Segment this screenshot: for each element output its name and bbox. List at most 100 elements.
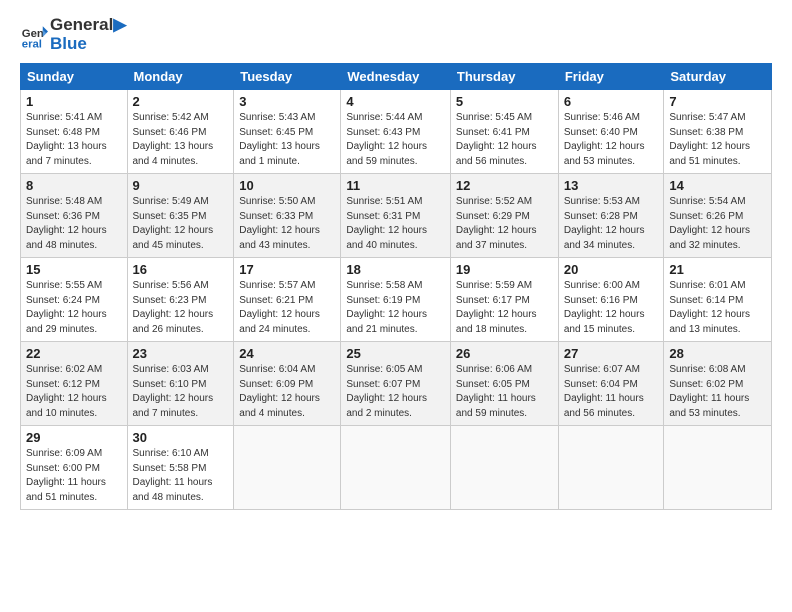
- empty-cell: [234, 426, 341, 510]
- day-number: 12: [456, 178, 553, 193]
- calendar-day-cell: 7 Sunrise: 5:47 AM Sunset: 6:38 PM Daylig…: [664, 90, 772, 174]
- calendar-day-cell: 14 Sunrise: 5:54 AM Sunset: 6:26 PM Dayli…: [664, 174, 772, 258]
- day-detail: Sunrise: 5:44 AM Sunset: 6:43 PM Dayligh…: [346, 111, 445, 169]
- day-detail: Sunrise: 5:53 AM Sunset: 6:28 PM Dayligh…: [564, 195, 659, 253]
- day-detail: Sunrise: 5:54 AM Sunset: 6:26 PM Dayligh…: [669, 195, 766, 253]
- day-detail: Sunrise: 5:47 AM Sunset: 6:38 PM Dayligh…: [669, 111, 766, 169]
- calendar-day-cell: 19Sunrise: 5:59 AM Sunset: 6:17 PM Dayli…: [450, 258, 558, 342]
- day-number: 24: [239, 346, 335, 361]
- calendar-day-cell: 2 Sunrise: 5:42 AM Sunset: 6:46 PM Daylig…: [127, 90, 234, 174]
- logo-icon: Gen eral: [20, 21, 48, 49]
- empty-cell: [341, 426, 451, 510]
- day-detail: Sunrise: 5:43 AM Sunset: 6:45 PM Dayligh…: [239, 111, 335, 169]
- day-detail: Sunrise: 6:00 AM Sunset: 6:16 PM Dayligh…: [564, 279, 659, 337]
- weekday-header-monday: Monday: [127, 64, 234, 90]
- weekday-header-thursday: Thursday: [450, 64, 558, 90]
- header: Gen eral General▶ Blue: [20, 16, 772, 53]
- day-detail: Sunrise: 5:45 AM Sunset: 6:41 PM Dayligh…: [456, 111, 553, 169]
- calendar-day-cell: 28Sunrise: 6:08 AM Sunset: 6:02 PM Dayli…: [664, 342, 772, 426]
- calendar-day-cell: 11Sunrise: 5:51 AM Sunset: 6:31 PM Dayli…: [341, 174, 451, 258]
- calendar-day-cell: 16Sunrise: 5:56 AM Sunset: 6:23 PM Dayli…: [127, 258, 234, 342]
- logo-text-line1: General▶: [50, 16, 126, 35]
- calendar-day-cell: 26Sunrise: 6:06 AM Sunset: 6:05 PM Dayli…: [450, 342, 558, 426]
- calendar-day-cell: 30 Sunrise: 6:10 AM Sunset: 5:58 PM Dayli…: [127, 426, 234, 510]
- calendar-day-cell: 15Sunrise: 5:55 AM Sunset: 6:24 PM Dayli…: [21, 258, 128, 342]
- calendar-day-cell: 1Sunrise: 5:41 AM Sunset: 6:48 PM Daylig…: [21, 90, 128, 174]
- calendar-day-cell: 4 Sunrise: 5:44 AM Sunset: 6:43 PM Daylig…: [341, 90, 451, 174]
- calendar-day-cell: 6 Sunrise: 5:46 AM Sunset: 6:40 PM Daylig…: [558, 90, 664, 174]
- svg-text:eral: eral: [22, 38, 42, 49]
- day-number: 4: [346, 94, 445, 109]
- logo-text-line2: Blue: [50, 35, 126, 54]
- day-detail: Sunrise: 6:05 AM Sunset: 6:07 PM Dayligh…: [346, 363, 445, 421]
- day-number: 14: [669, 178, 766, 193]
- day-number: 13: [564, 178, 659, 193]
- day-number: 11: [346, 178, 445, 193]
- day-number: 7: [669, 94, 766, 109]
- day-number: 10: [239, 178, 335, 193]
- day-number: 30: [133, 430, 229, 445]
- day-detail: Sunrise: 5:48 AM Sunset: 6:36 PM Dayligh…: [26, 195, 122, 253]
- empty-cell: [664, 426, 772, 510]
- calendar-day-cell: 20 Sunrise: 6:00 AM Sunset: 6:16 PM Dayli…: [558, 258, 664, 342]
- calendar-day-cell: 25 Sunrise: 6:05 AM Sunset: 6:07 PM Dayli…: [341, 342, 451, 426]
- calendar-day-cell: 10 Sunrise: 5:50 AM Sunset: 6:33 PM Dayli…: [234, 174, 341, 258]
- day-detail: Sunrise: 5:55 AM Sunset: 6:24 PM Dayligh…: [26, 279, 122, 337]
- day-detail: Sunrise: 6:02 AM Sunset: 6:12 PM Dayligh…: [26, 363, 122, 421]
- calendar-day-cell: 27 Sunrise: 6:07 AM Sunset: 6:04 PM Dayli…: [558, 342, 664, 426]
- day-number: 9: [133, 178, 229, 193]
- calendar-week-row: 29 Sunrise: 6:09 AM Sunset: 6:00 PM Dayli…: [21, 426, 772, 510]
- day-detail: Sunrise: 5:41 AM Sunset: 6:48 PM Dayligh…: [26, 111, 122, 169]
- day-detail: Sunrise: 6:07 AM Sunset: 6:04 PM Dayligh…: [564, 363, 659, 421]
- day-detail: Sunrise: 5:56 AM Sunset: 6:23 PM Dayligh…: [133, 279, 229, 337]
- calendar-day-cell: 8Sunrise: 5:48 AM Sunset: 6:36 PM Daylig…: [21, 174, 128, 258]
- calendar-day-cell: 5 Sunrise: 5:45 AM Sunset: 6:41 PM Daylig…: [450, 90, 558, 174]
- calendar-day-cell: 12Sunrise: 5:52 AM Sunset: 6:29 PM Dayli…: [450, 174, 558, 258]
- calendar-page: Gen eral General▶ Blue SundayMondayTuesd…: [0, 0, 792, 612]
- day-detail: Sunrise: 5:57 AM Sunset: 6:21 PM Dayligh…: [239, 279, 335, 337]
- day-number: 3: [239, 94, 335, 109]
- calendar-table: SundayMondayTuesdayWednesdayThursdayFrid…: [20, 63, 772, 510]
- day-number: 20: [564, 262, 659, 277]
- day-detail: Sunrise: 6:03 AM Sunset: 6:10 PM Dayligh…: [133, 363, 229, 421]
- empty-cell: [450, 426, 558, 510]
- day-detail: Sunrise: 5:46 AM Sunset: 6:40 PM Dayligh…: [564, 111, 659, 169]
- day-number: 6: [564, 94, 659, 109]
- weekday-header-sunday: Sunday: [21, 64, 128, 90]
- calendar-day-cell: 18 Sunrise: 5:58 AM Sunset: 6:19 PM Dayli…: [341, 258, 451, 342]
- calendar-day-cell: 3 Sunrise: 5:43 AM Sunset: 6:45 PM Daylig…: [234, 90, 341, 174]
- calendar-body: 1Sunrise: 5:41 AM Sunset: 6:48 PM Daylig…: [21, 90, 772, 510]
- calendar-day-cell: 22 Sunrise: 6:02 AM Sunset: 6:12 PM Dayli…: [21, 342, 128, 426]
- day-number: 26: [456, 346, 553, 361]
- weekday-header-wednesday: Wednesday: [341, 64, 451, 90]
- logo: Gen eral General▶ Blue: [20, 16, 126, 53]
- day-detail: Sunrise: 5:42 AM Sunset: 6:46 PM Dayligh…: [133, 111, 229, 169]
- day-detail: Sunrise: 6:10 AM Sunset: 5:58 PM Dayligh…: [133, 447, 229, 505]
- day-number: 5: [456, 94, 553, 109]
- day-number: 25: [346, 346, 445, 361]
- calendar-day-cell: 13 Sunrise: 5:53 AM Sunset: 6:28 PM Dayli…: [558, 174, 664, 258]
- day-number: 18: [346, 262, 445, 277]
- day-detail: Sunrise: 6:08 AM Sunset: 6:02 PM Dayligh…: [669, 363, 766, 421]
- calendar-day-cell: 24 Sunrise: 6:04 AM Sunset: 6:09 PM Dayli…: [234, 342, 341, 426]
- calendar-day-cell: 9Sunrise: 5:49 AM Sunset: 6:35 PM Daylig…: [127, 174, 234, 258]
- day-number: 29: [26, 430, 122, 445]
- weekday-header-friday: Friday: [558, 64, 664, 90]
- day-number: 17: [239, 262, 335, 277]
- day-number: 23: [133, 346, 229, 361]
- day-detail: Sunrise: 5:50 AM Sunset: 6:33 PM Dayligh…: [239, 195, 335, 253]
- day-detail: Sunrise: 6:09 AM Sunset: 6:00 PM Dayligh…: [26, 447, 122, 505]
- calendar-week-row: 22 Sunrise: 6:02 AM Sunset: 6:12 PM Dayli…: [21, 342, 772, 426]
- day-detail: Sunrise: 5:58 AM Sunset: 6:19 PM Dayligh…: [346, 279, 445, 337]
- day-detail: Sunrise: 6:01 AM Sunset: 6:14 PM Dayligh…: [669, 279, 766, 337]
- calendar-week-row: 8Sunrise: 5:48 AM Sunset: 6:36 PM Daylig…: [21, 174, 772, 258]
- day-number: 2: [133, 94, 229, 109]
- calendar-day-cell: 23 Sunrise: 6:03 AM Sunset: 6:10 PM Dayli…: [127, 342, 234, 426]
- day-detail: Sunrise: 5:59 AM Sunset: 6:17 PM Dayligh…: [456, 279, 553, 337]
- day-detail: Sunrise: 6:04 AM Sunset: 6:09 PM Dayligh…: [239, 363, 335, 421]
- day-number: 22: [26, 346, 122, 361]
- calendar-day-cell: 17 Sunrise: 5:57 AM Sunset: 6:21 PM Dayli…: [234, 258, 341, 342]
- day-number: 27: [564, 346, 659, 361]
- weekday-header-tuesday: Tuesday: [234, 64, 341, 90]
- day-number: 21: [669, 262, 766, 277]
